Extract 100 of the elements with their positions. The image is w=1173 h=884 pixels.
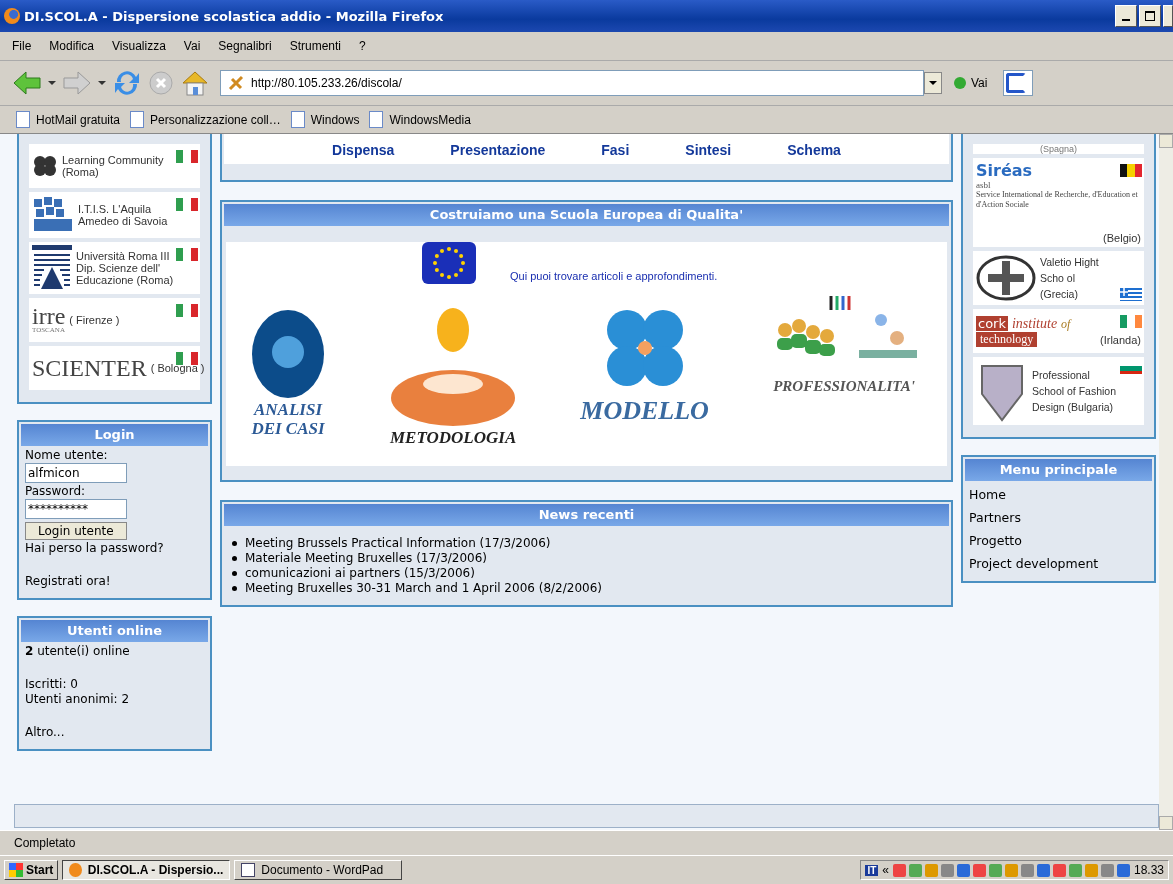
panel-title: Utenti online: [21, 620, 208, 642]
partner-name: (Belgio): [1103, 232, 1141, 244]
start-button[interactable]: Start: [4, 860, 59, 880]
bookmark[interactable]: Personalizzazione coll…: [130, 111, 281, 128]
section-link[interactable]: METODOLOGIA: [388, 308, 519, 448]
flag-icon: [176, 198, 198, 211]
partner-logo[interactable]: (Spagna): [973, 144, 1144, 154]
menu-item[interactable]: Vai: [183, 39, 201, 53]
back-icon[interactable]: [12, 70, 42, 96]
clover-icon: [32, 155, 58, 177]
bookmark[interactable]: WindowsMedia: [369, 111, 471, 128]
news-link[interactable]: comunicazioni ai partners (15/3/2006): [245, 566, 475, 580]
field-label: Password:: [25, 484, 86, 498]
logo-text: cork: [976, 315, 1008, 331]
online-count: 2 utente(i) online: [25, 644, 130, 658]
partner-logo[interactable]: Valetio Hight Scho ol (Grecia): [973, 251, 1144, 305]
bullet-icon: [232, 585, 237, 591]
partner-logo[interactable]: cork institute of technology (Irlanda): [973, 309, 1144, 353]
taskbar-button[interactable]: Documento - WordPad: [234, 860, 403, 880]
nav-link[interactable]: Schema: [787, 142, 841, 158]
menu-item[interactable]: Segnalibri: [218, 39, 272, 53]
site-icon: [227, 74, 245, 92]
go-button[interactable]: Vai: [948, 76, 994, 90]
logo-text: institute: [1012, 315, 1058, 332]
section-link[interactable]: PROFESSIONALITA': [771, 294, 917, 395]
news-link[interactable]: Materiale Meeting Bruxelles (17/3/2006): [245, 551, 488, 565]
nav-link[interactable]: Dispensa: [332, 142, 395, 158]
partner-logo[interactable]: Università Roma III Dip. Scienze dell' Educazione (Roma): [29, 242, 200, 294]
partner-logo[interactable]: Professional School of Fashion Design (Bulgaria): [973, 357, 1144, 425]
flag-icon: [176, 352, 198, 365]
logo-text: of: [1061, 316, 1071, 332]
partner-name: Educazione (Roma): [76, 274, 174, 286]
bookmark[interactable]: Windows: [290, 111, 360, 128]
password-field[interactable]: **********: [25, 499, 127, 519]
tray-icons-drawing[interactable]: [892, 863, 1130, 877]
menu-item[interactable]: Modifica: [49, 39, 95, 53]
maximize-button[interactable]: [1139, 5, 1161, 27]
arch-logo-icon: [32, 245, 72, 291]
partner-name: (Roma): [62, 166, 100, 178]
menu-item[interactable]: File: [12, 39, 32, 53]
clock: 18.33: [1133, 863, 1164, 877]
section-label: MODELLO: [580, 396, 709, 426]
logo-text: asbl: [976, 180, 991, 190]
taskbar-button[interactable]: DI.SCOL.A - Dispersio...: [62, 860, 231, 880]
flag-icon: [1120, 288, 1142, 301]
panel-title: Login: [21, 424, 208, 446]
expand-tray-button[interactable]: «: [882, 863, 889, 877]
partner-name: (Spagna): [1040, 144, 1077, 154]
articles-link[interactable]: Qui puoi trovare articoli e approfondimenti.: [510, 270, 718, 282]
register-link[interactable]: Registrati ora!: [25, 574, 111, 588]
language-indicator[interactable]: IT: [865, 864, 879, 876]
partner-name: School of Fashion: [1032, 384, 1117, 399]
bullet-icon: [232, 570, 237, 576]
address-dropdown-button[interactable]: [924, 72, 942, 94]
browser-logo-icon: [4, 8, 20, 24]
scrollbar[interactable]: [1159, 134, 1173, 830]
news-link[interactable]: Meeting Bruxelles 30-31 March and 1 April 2006 (8/2/2006): [245, 581, 602, 595]
partner-name: Design (Bulgaria): [1032, 400, 1115, 415]
panel-title: Menu principale: [965, 459, 1152, 481]
disc-icon: [250, 308, 326, 400]
nav-link[interactable]: Fasi: [601, 142, 630, 158]
bullet-icon: [232, 555, 237, 561]
menu-link[interactable]: Partners: [969, 510, 1021, 525]
partner-name: (Grecia): [1040, 287, 1079, 302]
menu-link[interactable]: Project development: [969, 556, 1099, 571]
partner-logo[interactable]: I.T.I.S. L'Aquila Amedeo di Savoia: [29, 192, 200, 238]
members-count: Iscritti: 0: [25, 677, 78, 691]
anonymous-count: Utenti anonimi: 2: [25, 692, 130, 706]
partner-logo[interactable]: Siréas asbl Service International de Recherche, d'Education et d'Action Sociale (Belgio): [973, 158, 1144, 247]
flag-icon: [176, 304, 198, 317]
menu-item[interactable]: Visualizza: [112, 39, 166, 53]
flower-icon: [604, 308, 685, 388]
menu-item[interactable]: ?: [359, 39, 366, 53]
partner-name: Learning Community: [62, 154, 164, 166]
section-label: PROFESSIONALITA': [773, 378, 915, 395]
home-icon[interactable]: [180, 69, 210, 97]
more-link[interactable]: Altro...: [25, 725, 65, 739]
bookmark[interactable]: HotMail gratuita: [16, 111, 121, 128]
lost-password-link[interactable]: Hai perso la password?: [25, 541, 164, 555]
close-button[interactable]: [1163, 5, 1173, 27]
nav-link[interactable]: Presentazione: [450, 142, 546, 158]
bullet-icon: [232, 540, 237, 546]
username-field[interactable]: alfmicon: [25, 463, 127, 483]
news-link[interactable]: Meeting Brussels Practical Information (17/3/2006): [245, 536, 551, 550]
panel-title: News recenti: [224, 504, 949, 526]
minimize-button[interactable]: [1115, 5, 1137, 27]
logo-text: Service International de Recherche, d'Education et d'Action Sociale: [976, 190, 1139, 210]
login-button[interactable]: Login utente: [25, 522, 127, 540]
menu-link[interactable]: Progetto: [969, 533, 1022, 548]
section-label: ANALISI DEI CASI: [251, 400, 325, 438]
partner-name: Amedeo di Savoia: [78, 215, 168, 227]
partner-logo[interactable]: Learning Community (Roma): [29, 144, 200, 188]
nav-link[interactable]: Sintesi: [685, 142, 732, 158]
logo-text: Siréas: [976, 161, 1033, 180]
address-field[interactable]: http://80.105.233.26/discola/: [220, 70, 924, 96]
section-link[interactable]: ANALISI DEI CASI: [250, 308, 326, 438]
menu-item[interactable]: Strumenti: [289, 39, 342, 53]
menu-link[interactable]: Home: [969, 487, 1006, 502]
search-engine-icon[interactable]: [1003, 70, 1034, 96]
section-link[interactable]: MODELLO: [580, 308, 709, 426]
